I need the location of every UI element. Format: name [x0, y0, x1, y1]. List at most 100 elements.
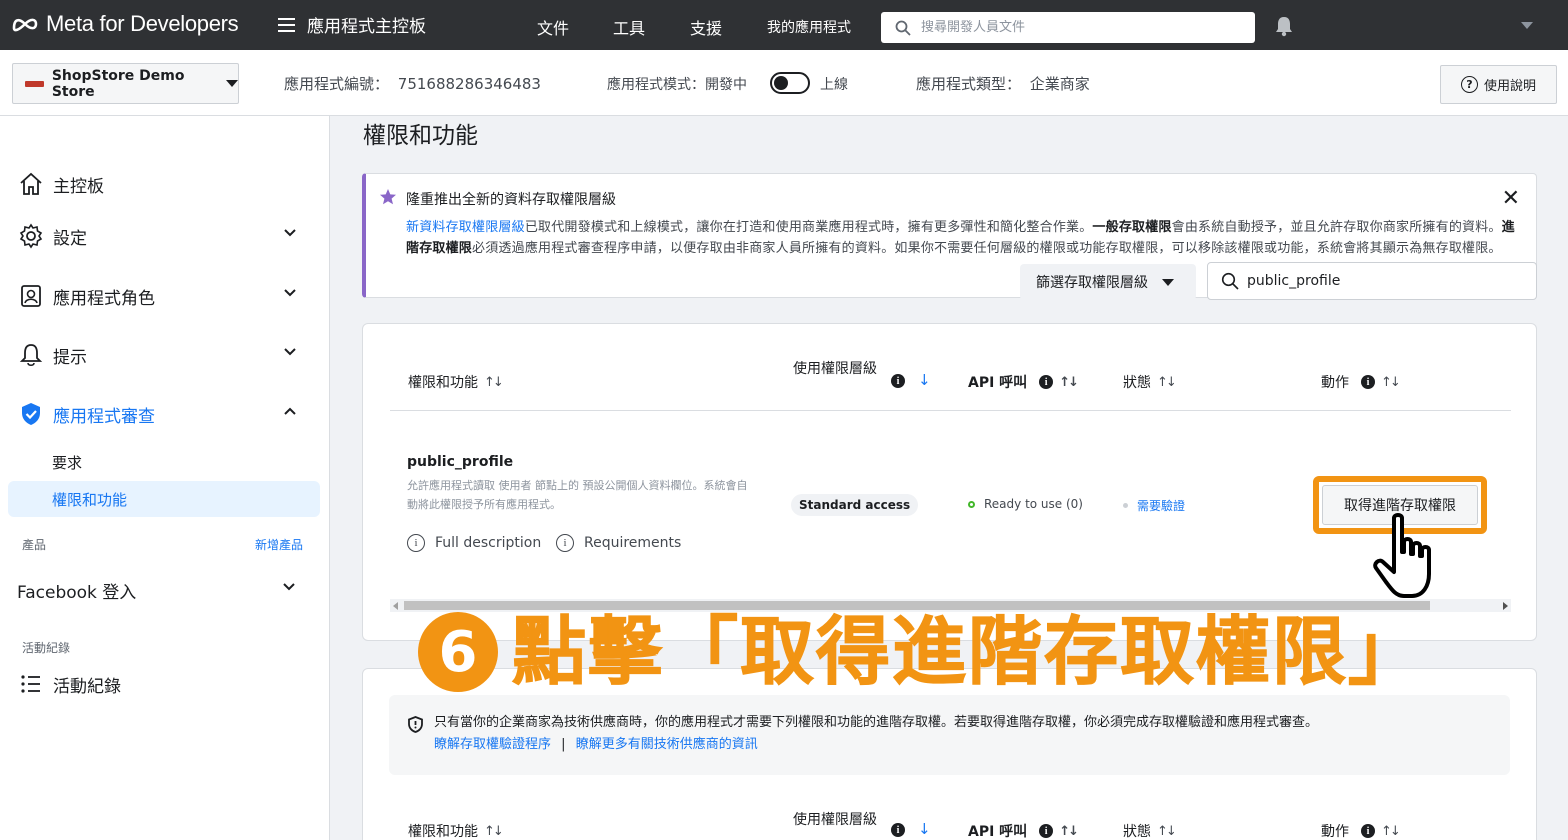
- sidebar-section-activity: 活動紀錄: [22, 641, 71, 655]
- note-text: 只有當你的企業商家為技術供應商時，你的應用程式才需要下列權限和功能的進階存取權。…: [434, 715, 1319, 730]
- col-header-label: 動作: [1321, 375, 1349, 391]
- col-header-permission[interactable]: 權限和功能 ↑↓: [408, 821, 504, 840]
- sidebar-item-alerts[interactable]: 提示: [18, 340, 308, 370]
- col-header-status[interactable]: 狀態 ↑↓: [1123, 821, 1177, 840]
- permission-search-box[interactable]: [1207, 262, 1537, 300]
- sort-down-icon[interactable]: ↓: [918, 820, 931, 838]
- top-bar: Meta for Developers 應用程式主控板 文件 工具 支援 我的應…: [0, 0, 1568, 50]
- sidebar-item-dashboard[interactable]: 主控板: [18, 169, 308, 199]
- nav-docs[interactable]: 文件: [537, 15, 569, 39]
- notice-bold-standard: 一般存取權限: [1092, 220, 1172, 235]
- info-icon[interactable]: i: [891, 374, 905, 388]
- scroll-right-arrow-icon[interactable]: [1503, 602, 1508, 610]
- sidebar-item-facebook-login[interactable]: Facebook 登入: [17, 575, 307, 605]
- note-links: 瞭解存取權驗證程序 | 瞭解更多有關技術供應商的資訊: [434, 734, 758, 756]
- sidebar-item-label: 提示: [53, 347, 87, 368]
- sort-icon: ↑↓: [1059, 823, 1079, 839]
- menu-title: 應用程式主控板: [307, 17, 426, 37]
- chevron-down-icon: [284, 348, 296, 356]
- permission-search-input[interactable]: [1247, 273, 1527, 289]
- scroll-left-arrow-icon[interactable]: [393, 602, 398, 610]
- col-header-label: 使用權限層級: [793, 812, 877, 828]
- col-header-permission[interactable]: 權限和功能 ↑↓: [408, 372, 504, 392]
- permission-name: public_profile: [407, 454, 514, 470]
- sidebar-section-products: 產品: [22, 538, 47, 552]
- search-icon: [895, 20, 911, 36]
- col-header-action[interactable]: 動作 i ↑↓: [1321, 821, 1401, 840]
- sidebar-item-label: 活動紀錄: [53, 676, 121, 697]
- nav-support[interactable]: 支援: [690, 15, 722, 39]
- nav-my-apps[interactable]: 我的應用程式: [767, 17, 851, 37]
- app-id-value: 751688286346483: [397, 75, 541, 93]
- app-info-bar: ShopStore Demo Store 應用程式編號： 75168828634…: [0, 50, 1568, 116]
- sidebar-subitem-requests[interactable]: 要求: [52, 452, 82, 473]
- sort-icon: ↑↓: [1381, 374, 1401, 390]
- meta-infinity-icon: [12, 18, 38, 32]
- sidebar-item-label: 應用程式角色: [53, 288, 155, 309]
- access-verification-link[interactable]: 瞭解存取權驗證程序: [434, 737, 551, 752]
- hamburger-icon: [278, 17, 295, 32]
- help-button[interactable]: ? 使用說明: [1440, 65, 1557, 104]
- full-description-link[interactable]: i Full description: [407, 534, 541, 552]
- info-icon[interactable]: i: [891, 823, 905, 837]
- sort-icon: ↑↓: [1381, 823, 1401, 839]
- app-mode-toggle[interactable]: [770, 72, 810, 94]
- notification-bell-icon[interactable]: [1274, 15, 1294, 37]
- sidebar-item-settings[interactable]: 設定: [18, 221, 308, 251]
- col-header-access-level[interactable]: 使用權限層級: [793, 358, 888, 380]
- sort-icon: ↑↓: [484, 374, 504, 390]
- filter-access-level-dropdown[interactable]: 篩選存取權限層級: [1020, 264, 1196, 300]
- search-icon: [1221, 272, 1239, 290]
- shield-outline-icon: [408, 716, 423, 733]
- sort-down-icon[interactable]: ↓: [918, 371, 931, 389]
- app-dashboard-menu[interactable]: 應用程式主控板: [278, 12, 426, 37]
- nav-tools[interactable]: 工具: [613, 15, 645, 39]
- sort-icon: ↑↓: [1157, 374, 1177, 390]
- tech-provider-info-link[interactable]: 瞭解更多有關技術供應商的資訊: [576, 737, 758, 752]
- close-icon[interactable]: ✕: [1502, 188, 1520, 210]
- question-icon: ?: [1460, 76, 1478, 93]
- sidebar-subitem-permissions[interactable]: 權限和功能: [52, 489, 127, 510]
- verification-status-link[interactable]: 需要驗證: [1137, 497, 1185, 514]
- meta-logo[interactable]: Meta for Developers: [10, 11, 239, 37]
- info-icon[interactable]: i: [1039, 824, 1054, 838]
- col-header-label: 使用權限層級: [793, 361, 877, 377]
- col-header-api-calls[interactable]: API 呼叫 i ↑↓: [968, 372, 1079, 392]
- col-header-api-calls[interactable]: API 呼叫 i ↑↓: [968, 821, 1079, 840]
- col-header-label: 狀態: [1123, 824, 1151, 840]
- search-input[interactable]: [921, 20, 1241, 35]
- col-header-status[interactable]: 狀態 ↑↓: [1123, 372, 1177, 392]
- header-divider: [390, 410, 1511, 411]
- add-product-link[interactable]: 新增產品: [255, 536, 303, 553]
- col-header-label: 權限和功能: [408, 824, 478, 840]
- list-icon: [18, 671, 44, 697]
- sort-icon: ↑↓: [484, 823, 504, 839]
- notice-text-2: 會由系統自動授予，並且允許存取你商家所擁有的資料。: [1171, 220, 1502, 235]
- app-selector[interactable]: ShopStore Demo Store: [12, 63, 239, 104]
- page-title: 權限和功能: [363, 123, 478, 149]
- shield-check-icon: [18, 401, 44, 427]
- tech-provider-note: 只有當你的企業商家為技術供應商時，你的應用程式才需要下列權限和功能的進階存取權。…: [389, 695, 1510, 775]
- sidebar-item-app-review[interactable]: 應用程式審查: [18, 399, 308, 429]
- api-calls-label: Ready to use (0): [984, 497, 1083, 511]
- info-circle-icon: i: [407, 534, 425, 552]
- col-header-label: API 呼叫: [968, 375, 1028, 391]
- info-icon[interactable]: i: [1361, 375, 1375, 389]
- bell-icon: [18, 342, 44, 368]
- verification-status[interactable]: 需要驗證: [1123, 497, 1185, 514]
- sidebar-item-app-roles[interactable]: 應用程式角色: [18, 281, 308, 311]
- chevron-down-icon: [284, 229, 296, 237]
- col-header-action[interactable]: 動作 i ↑↓: [1321, 372, 1401, 392]
- notice-text-1: 已取代開發模式和上線模式，讓你在打造和使用商業應用程式時，擁有更多彈性和簡化整合…: [524, 220, 1093, 235]
- info-icon[interactable]: i: [1039, 375, 1054, 389]
- sidebar-item-activity-log[interactable]: 活動紀錄: [18, 669, 308, 699]
- doc-search-box[interactable]: [881, 12, 1255, 43]
- requirements-link[interactable]: i Requirements: [556, 534, 681, 552]
- new-access-levels-link[interactable]: 新資料存取權限層級: [406, 220, 525, 235]
- info-icon[interactable]: i: [1361, 824, 1375, 838]
- col-header-access-level[interactable]: 使用權限層級: [793, 809, 888, 831]
- sidebar-item-label: 主控板: [53, 176, 104, 197]
- step-number-badge: 6: [418, 612, 498, 692]
- caret-down-icon: [1162, 278, 1174, 286]
- account-chevron-down-icon[interactable]: [1521, 22, 1533, 29]
